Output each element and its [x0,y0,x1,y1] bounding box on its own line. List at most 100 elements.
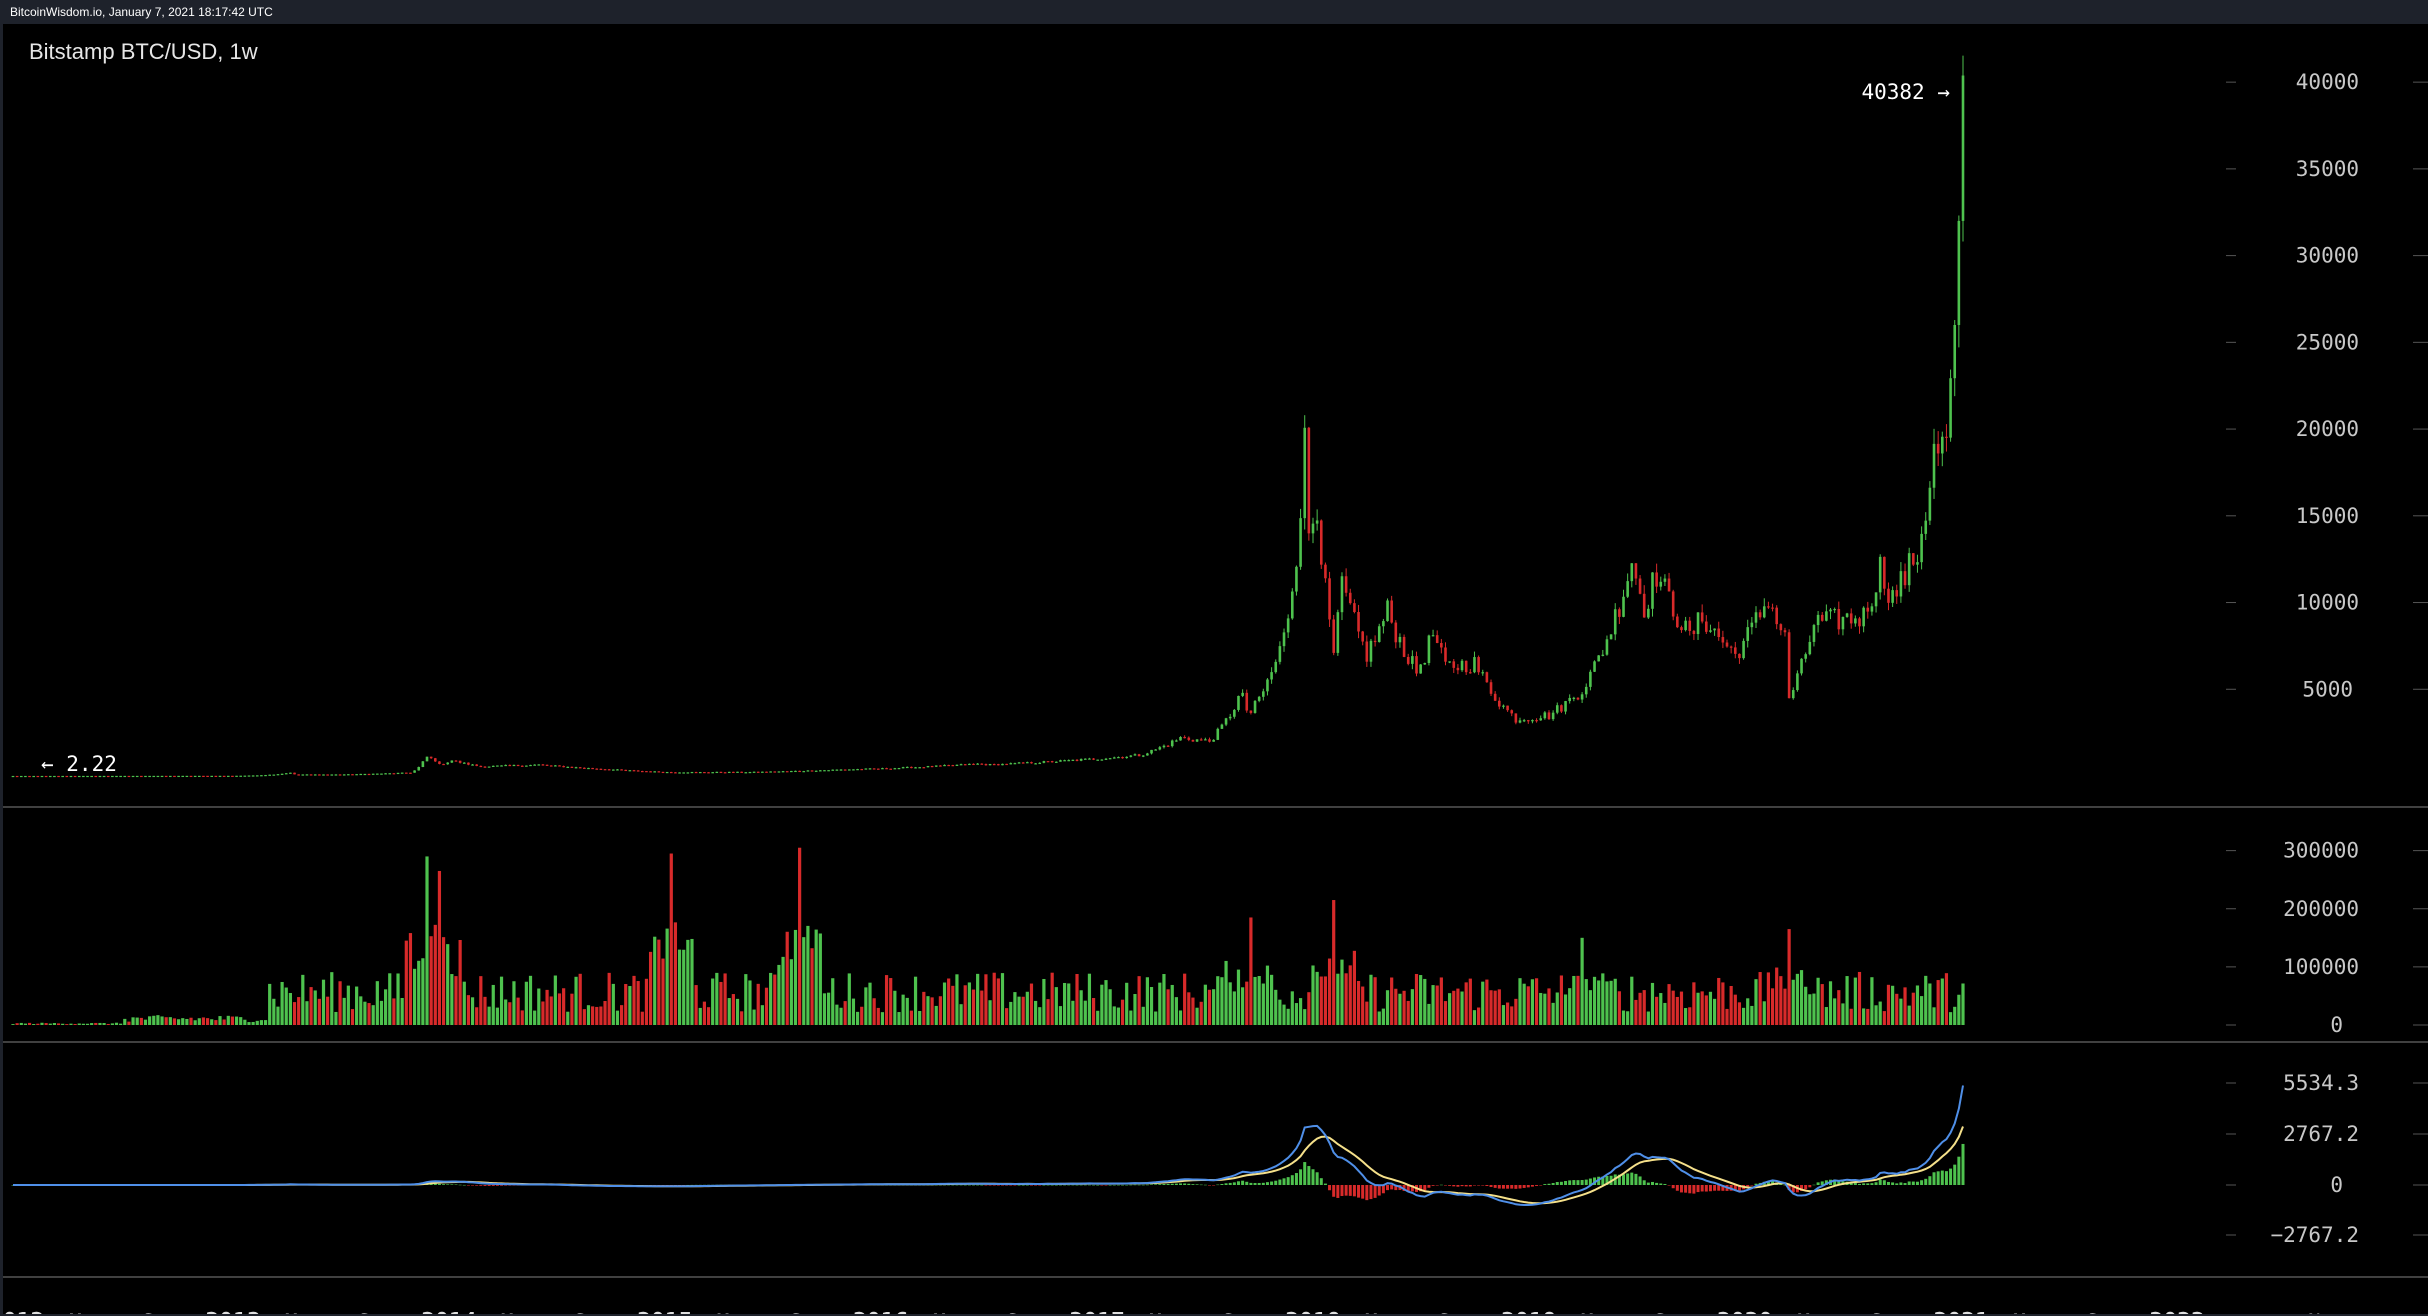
volume-bar [847,973,851,1025]
candle-body [1112,757,1116,759]
volume-bar [549,996,553,1025]
candle-body [297,774,300,776]
price-candle [1195,739,1199,743]
price-candle [1460,659,1464,672]
volume-bar [727,998,731,1025]
macd-histogram-bar [992,1185,996,1186]
price-candle [264,774,267,777]
price-candle [669,771,673,774]
price-candle [1402,634,1406,658]
candle-body [1539,718,1543,721]
candle-body [1270,672,1273,680]
candle-body [1133,754,1137,756]
macd-histogram-bar [1878,1179,1882,1185]
candle-body [711,772,714,774]
candle-body [562,766,565,768]
price-candle [40,775,44,778]
candle-body [1526,720,1530,722]
macd-histogram-bar [1054,1184,1058,1186]
candle-body [1021,762,1025,764]
volume-bar [388,973,392,1025]
candle-body [131,775,135,778]
time-tick-label: May [2013,1310,2051,1314]
price-candle [790,770,793,773]
candle-body [645,771,648,773]
candle-body [1775,607,1778,625]
candle-body [1166,745,1170,747]
volume-bar [1108,989,1112,1025]
top-bar: BitcoinWisdom.io, January 7, 2021 18:17:… [0,0,2428,24]
macd-histogram-bar [1555,1182,1559,1185]
volume-bar [172,1018,177,1025]
candle-body [1220,724,1224,729]
time-tick-label: 2012 [3,1309,44,1314]
candle-body [1887,588,1890,603]
volume-bar [591,1006,595,1025]
candle-body [574,767,578,769]
volume-bar [1481,981,1485,1025]
candle-body [1920,533,1923,563]
volume-bar [1398,993,1402,1025]
volume-bar [487,1006,491,1025]
price-candle [848,769,851,771]
macd-histogram-bar [984,1185,988,1186]
candle-body [1779,624,1783,631]
price-candle [707,772,710,774]
volume-bar [433,924,437,1025]
candle-body [371,773,375,775]
price-candle [897,767,901,770]
volume-bar [1046,999,1050,1025]
volume-bar [185,1018,189,1025]
price-candle [876,768,880,770]
macd-histogram-bar [1000,1185,1004,1186]
volume-bar [1112,1006,1116,1025]
volume-bar [342,997,346,1025]
macd-histogram-bar [1170,1183,1174,1185]
volume-bar [822,993,827,1025]
price-candle [193,775,197,778]
volume-bar [131,1017,135,1025]
macd-histogram-bar [1009,1185,1013,1186]
candle-body [1551,712,1555,720]
price-candle [305,774,309,776]
volume-bar [272,998,276,1025]
price-candle [1485,671,1489,683]
candle-body [421,761,425,768]
volume-bar [160,1016,164,1025]
price-candle [73,775,77,778]
candle-body [1083,758,1087,760]
chart-panel: Bitstamp BTC/USD, 1w 5000 10000 15000 20000… [3,24,2428,1314]
volume-bar [61,1023,65,1025]
time-tick-label: 2014 [421,1309,476,1314]
candle-body [1634,563,1638,579]
macd-histogram-bar [1100,1185,1104,1186]
volume-bar [938,996,942,1025]
volume-bar [214,1020,218,1025]
candle-body [1212,739,1215,742]
candle-body [876,768,880,770]
volume-bar [1402,990,1406,1025]
candle-body [396,772,400,775]
candle-body [554,765,557,767]
price-candle [214,775,218,777]
volume-bar [582,1009,586,1025]
candle-body [1216,728,1220,740]
candle-body [719,771,723,774]
volume-bar [963,985,967,1025]
volume-bar [1381,1008,1385,1025]
candle-body [102,775,106,778]
volume-bar [243,1019,247,1025]
macd-histogram-bar [1373,1185,1377,1198]
price-candle [777,771,781,773]
price-candle [417,766,421,771]
last-price-label: 40382 → [1861,80,1950,104]
volume-bar [338,981,342,1025]
macd-tick-label: 0 [2330,1173,2343,1197]
candle-body [1315,520,1319,524]
volume-bar [1038,1007,1042,1025]
macd-histogram-bar [1584,1179,1588,1185]
price-candle [1328,571,1331,627]
candle-body [1895,590,1899,597]
volume-bar [156,1015,160,1025]
candle-body [169,775,172,778]
